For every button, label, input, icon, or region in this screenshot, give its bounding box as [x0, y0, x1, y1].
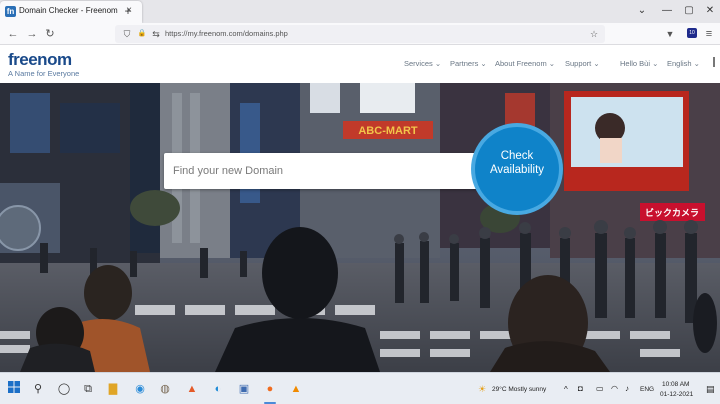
address-bar[interactable]: ⛉ 🔒 ⇆ https://my.freenom.com/domains.php… [115, 25, 605, 43]
city-crossing-photo: ABC-MART ビックカメラ [0, 83, 720, 372]
tagline: A Name for Everyone [8, 69, 80, 78]
browser-tab-strip: fn Domain Checker - Freenom × + ⌄ — ▢ ✕ [0, 0, 720, 23]
weather-text[interactable]: 29°C Mostly sunny [492, 386, 546, 393]
new-tab-button[interactable]: + [121, 4, 135, 18]
volume-icon[interactable]: ♪ [625, 384, 629, 393]
windows-icon[interactable] [6, 381, 22, 397]
clock-time[interactable]: 10:08 AM [662, 381, 689, 388]
maximize-button[interactable]: ▢ [682, 4, 696, 18]
check-availability-button[interactable]: Check Availability [471, 123, 563, 215]
freenom-favicon-icon: fn [5, 6, 16, 17]
abc-mart-sign: ABC-MART [358, 125, 418, 137]
permissions-icon[interactable]: ⇆ [150, 27, 162, 41]
domain-search-box [164, 153, 494, 189]
edge-icon[interactable]: ◐ [210, 381, 226, 397]
network-icon[interactable]: ▭ [596, 384, 604, 393]
url-text[interactable]: https://my.freenom.com/domains.php [165, 29, 288, 38]
forward-button[interactable]: → [24, 26, 40, 42]
check-button-line1: Check [500, 150, 534, 162]
bookmark-star-icon[interactable]: ☆ [588, 27, 600, 41]
site-header: freenom A Name for Everyone Services ⌄ P… [0, 45, 720, 83]
nav-about-freenom[interactable]: About Freenom ⌄ [495, 59, 555, 68]
back-button[interactable]: ← [5, 26, 21, 42]
notification-icon[interactable]: ▤ [706, 384, 715, 395]
tab-title: Domain Checker - Freenom [19, 6, 118, 15]
nav-language[interactable]: English ⌄ [667, 59, 700, 68]
domain-search-input[interactable] [164, 153, 494, 189]
freenom-logo[interactable]: freenom [8, 50, 72, 70]
nav-support[interactable]: Support ⌄ [565, 59, 600, 68]
check-button-line2: Availability [489, 164, 545, 176]
chrome-icon[interactable]: ◉ [132, 381, 148, 397]
shield-icon[interactable]: ⛉ [121, 27, 133, 41]
close-window-button[interactable]: ✕ [703, 4, 717, 18]
list-all-tabs-button[interactable]: ⌄ [635, 4, 649, 18]
photos-icon[interactable]: ▣ [236, 381, 252, 397]
extension-badge-icon[interactable]: 10 [687, 28, 697, 38]
vlc-icon[interactable]: ▲ [288, 381, 304, 397]
task-view-icon[interactable]: ⧉ [80, 381, 96, 397]
clock-date[interactable]: 01-12-2021 [660, 391, 693, 398]
pocket-icon[interactable]: ▼ [662, 26, 678, 42]
reload-button[interactable]: ↻ [42, 26, 58, 42]
search-icon[interactable]: ⚲ [30, 381, 46, 397]
hero-banner: ABC-MART ビックカメラ Find your new Domain Che… [0, 83, 720, 372]
gimp-icon[interactable]: ◍ [157, 381, 173, 397]
minimize-button[interactable]: — [660, 4, 674, 18]
nav-user-account[interactable]: Hello Bùi ⌄ [620, 59, 658, 68]
billboard-sign: ビックカメラ [645, 207, 699, 219]
language-indicator[interactable]: ENG [640, 386, 654, 393]
lock-icon[interactable]: 🔒 [136, 27, 148, 41]
scrollbar[interactable] [713, 57, 715, 67]
show-hidden-icons-icon[interactable]: ^ [564, 385, 568, 394]
brave-icon[interactable]: ▲ [184, 381, 200, 397]
cortana-icon[interactable]: ◯ [56, 381, 72, 397]
nav-partners[interactable]: Partners ⌄ [450, 59, 487, 68]
windows-taskbar: ⚲ ◯ ⧉ ▇ ◉ ◍ ▲ ◐ ▣ ● ▲ ☀ 29°C Mostly sunn… [0, 372, 720, 404]
weather-icon[interactable]: ☀ [478, 384, 486, 395]
tray-app-icon[interactable]: ◘ [578, 384, 583, 393]
nav-services[interactable]: Services ⌄ [404, 59, 441, 68]
navigation-toolbar: ← → ↻ ⛉ 🔒 ⇆ https://my.freenom.com/domai… [0, 23, 720, 45]
wifi-icon[interactable]: ◠ [611, 384, 618, 393]
file-explorer-icon[interactable]: ▇ [105, 381, 121, 397]
menu-icon[interactable]: ≡ [701, 26, 717, 42]
firefox-icon[interactable]: ● [262, 381, 278, 397]
